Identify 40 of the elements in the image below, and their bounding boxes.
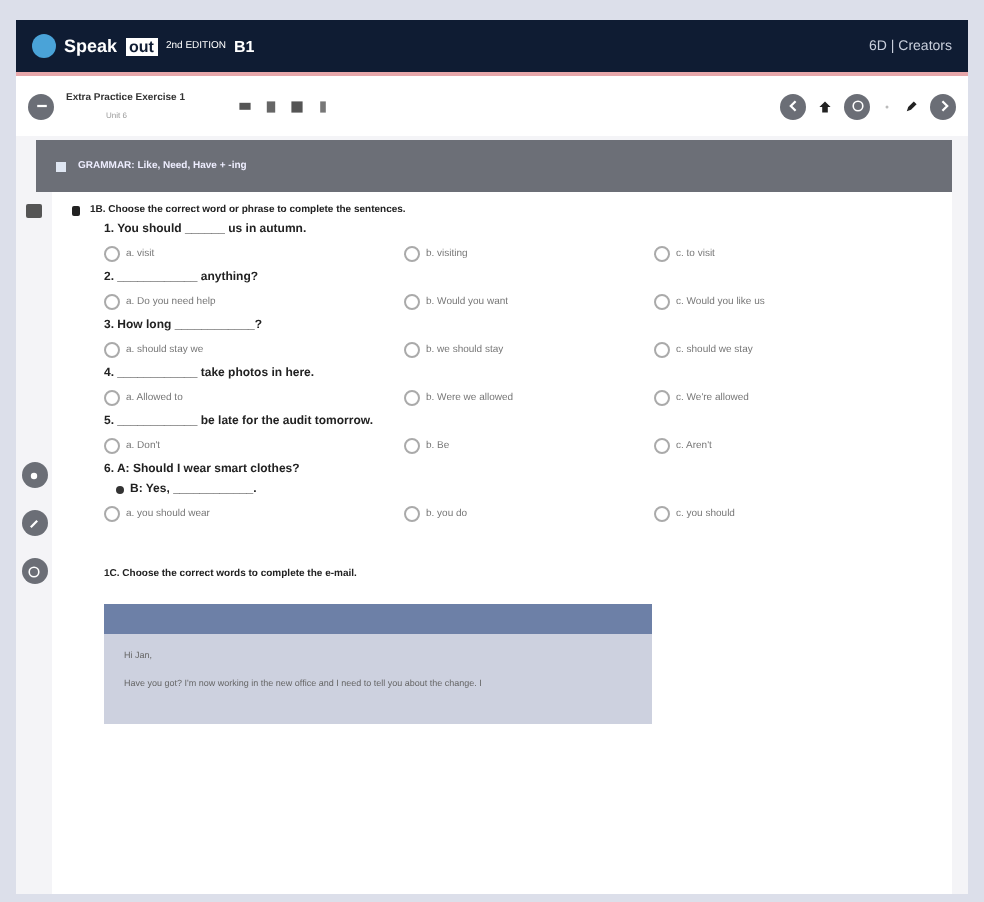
level-label: B1 xyxy=(233,37,255,55)
edit-button[interactable] xyxy=(21,510,47,536)
radio-button[interactable] xyxy=(104,390,120,406)
pencil-icon[interactable] xyxy=(904,99,918,113)
radio-button[interactable] xyxy=(654,506,670,522)
brand-name: Speak xyxy=(64,36,118,56)
radio-button[interactable] xyxy=(104,246,120,262)
radio-button[interactable] xyxy=(104,438,120,454)
menu-button[interactable] xyxy=(28,93,54,119)
radio-button[interactable] xyxy=(404,506,420,522)
radio-button[interactable] xyxy=(104,506,120,522)
radio-button[interactable] xyxy=(654,390,670,406)
radio-button[interactable] xyxy=(654,246,670,262)
radio-button[interactable] xyxy=(654,438,670,454)
radio-button[interactable] xyxy=(654,294,670,310)
check-button[interactable] xyxy=(21,558,47,584)
previous-button[interactable] xyxy=(780,93,806,119)
radio-button[interactable] xyxy=(404,390,420,406)
brand-badge: out xyxy=(125,37,158,55)
page-button[interactable] xyxy=(844,93,870,119)
radio-button[interactable] xyxy=(404,246,420,262)
radio-button[interactable] xyxy=(404,294,420,310)
bullet-icon xyxy=(116,486,124,494)
radio-button[interactable] xyxy=(654,342,670,358)
dot-icon xyxy=(26,467,42,483)
chevron-left-icon xyxy=(785,98,801,114)
radio-button[interactable] xyxy=(404,438,420,454)
ring-icon xyxy=(849,98,865,114)
zoom-button[interactable] xyxy=(21,462,47,488)
notes-icon[interactable] xyxy=(26,204,42,218)
dot-icon xyxy=(882,101,892,111)
logo-icon xyxy=(32,34,56,58)
radio-button[interactable] xyxy=(104,294,120,310)
radio-button[interactable] xyxy=(404,342,420,358)
ring-icon xyxy=(26,563,42,579)
line-icon xyxy=(26,515,42,531)
next-button[interactable] xyxy=(930,93,956,119)
pin-icon[interactable] xyxy=(72,205,80,215)
square-icon xyxy=(56,161,66,171)
radio-button[interactable] xyxy=(104,342,120,358)
